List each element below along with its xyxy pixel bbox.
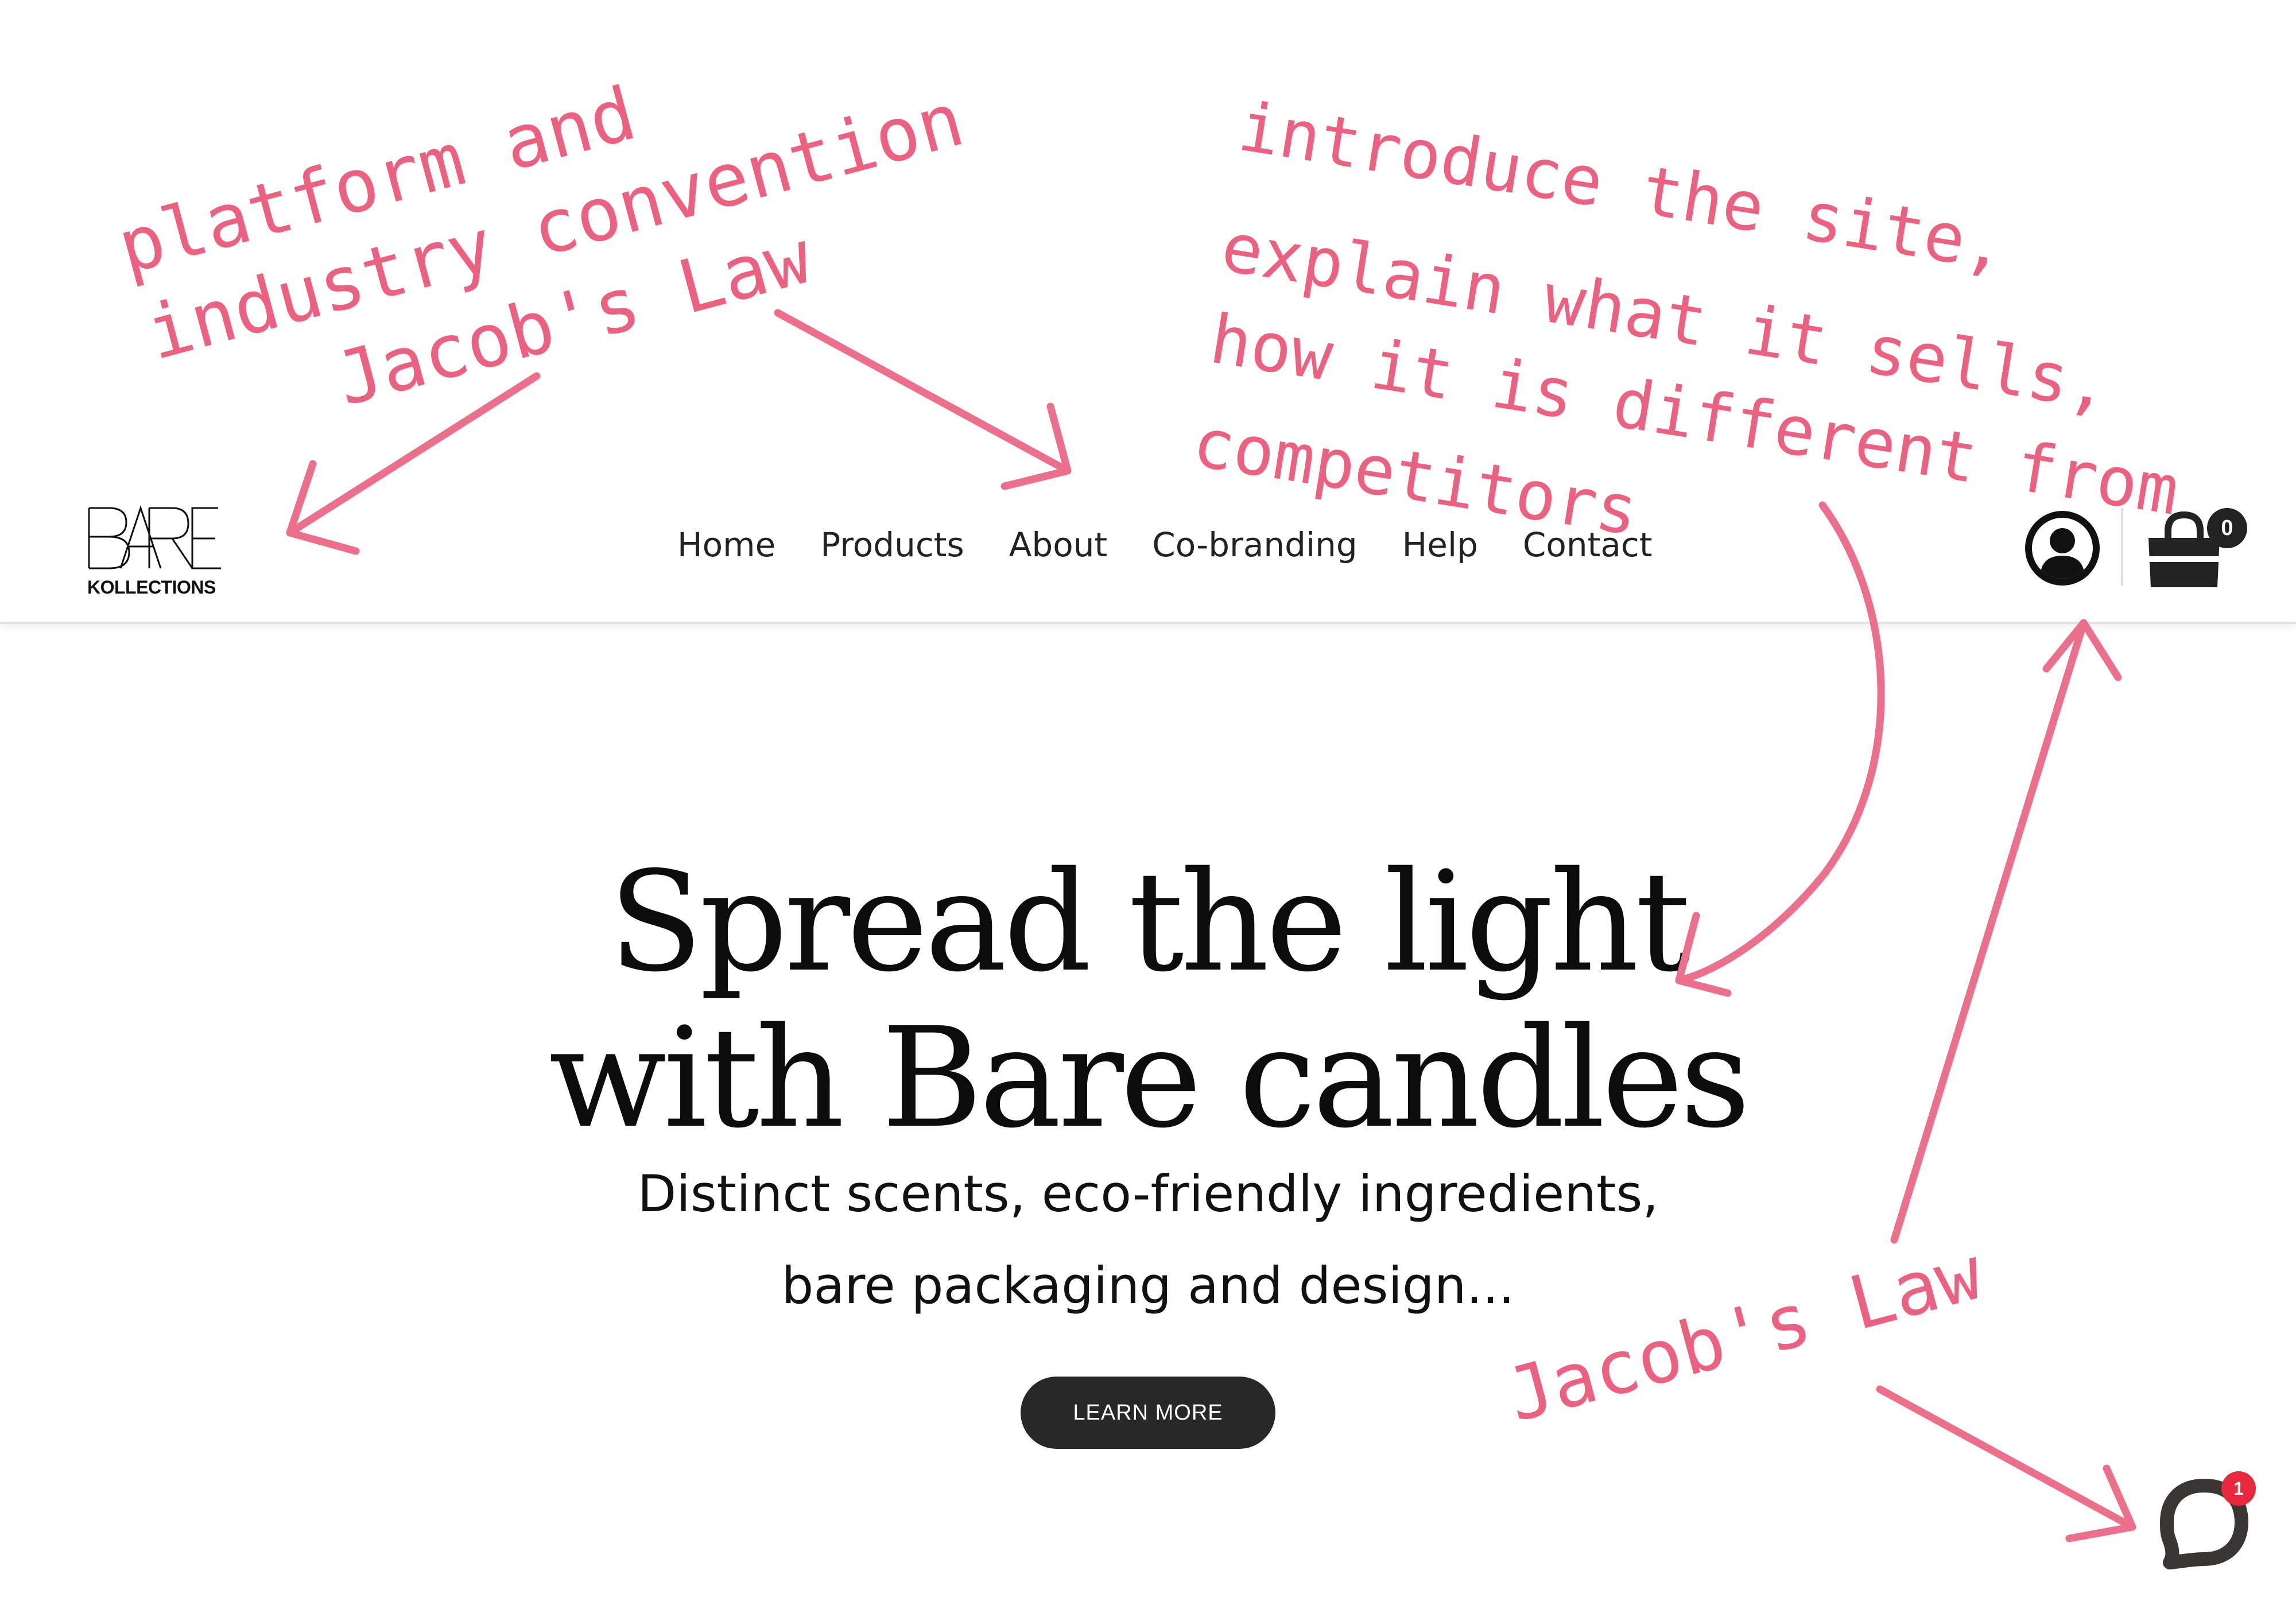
arrow-to-nav: [774, 309, 1072, 475]
arrow-to-hero: [1675, 501, 1885, 984]
arrow-to-chat: [1876, 1385, 2136, 1531]
page: KOLLECTIONS Home Products About Co-brand…: [0, 0, 2296, 1601]
arrow-to-account: [1890, 619, 2088, 1244]
